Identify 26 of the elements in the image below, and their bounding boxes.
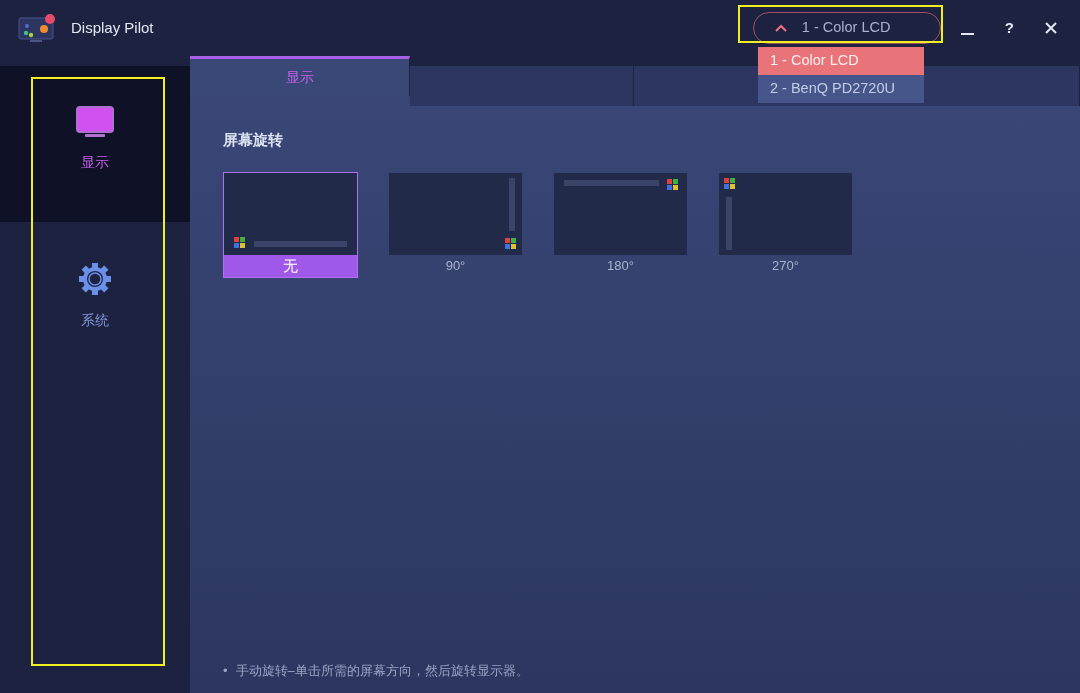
- windows-logo-icon: [505, 237, 517, 250]
- footnote-text: 手动旋转–单击所需的屏幕方向，然后旋转显示器。: [235, 662, 529, 681]
- section-heading: 屏幕旋转: [223, 130, 284, 150]
- dropdown-option[interactable]: 2 - BenQ PD2720U: [758, 75, 924, 103]
- app-logo-icon: [18, 12, 58, 44]
- gear-icon: [78, 262, 112, 296]
- rotation-option[interactable]: 180°: [553, 171, 688, 278]
- dropdown-option[interactable]: 1 - Color LCD: [758, 47, 924, 75]
- windows-logo-icon: [724, 177, 736, 190]
- minimize-icon: [960, 33, 974, 35]
- bullet: •: [223, 662, 228, 681]
- help-button[interactable]: ?: [1004, 16, 1014, 40]
- close-button[interactable]: [1044, 21, 1058, 35]
- monitor-dropdown[interactable]: 1 - Color LCD: [752, 12, 941, 44]
- rotation-option[interactable]: 270°: [718, 171, 853, 278]
- app-title: Display Pilot: [71, 17, 154, 38]
- taskbar: [509, 177, 515, 231]
- taskbar: [726, 196, 732, 250]
- tab[interactable]: 显示: [190, 56, 410, 96]
- caret-icon: [773, 23, 788, 33]
- sidebar-item[interactable]: 显示: [0, 66, 190, 222]
- rotation-option[interactable]: 90°: [388, 171, 523, 278]
- windows-logo-icon: [234, 236, 246, 249]
- windows-logo-icon: [667, 178, 679, 191]
- rotation-option[interactable]: 无: [223, 171, 358, 278]
- monitor-icon: [76, 106, 114, 138]
